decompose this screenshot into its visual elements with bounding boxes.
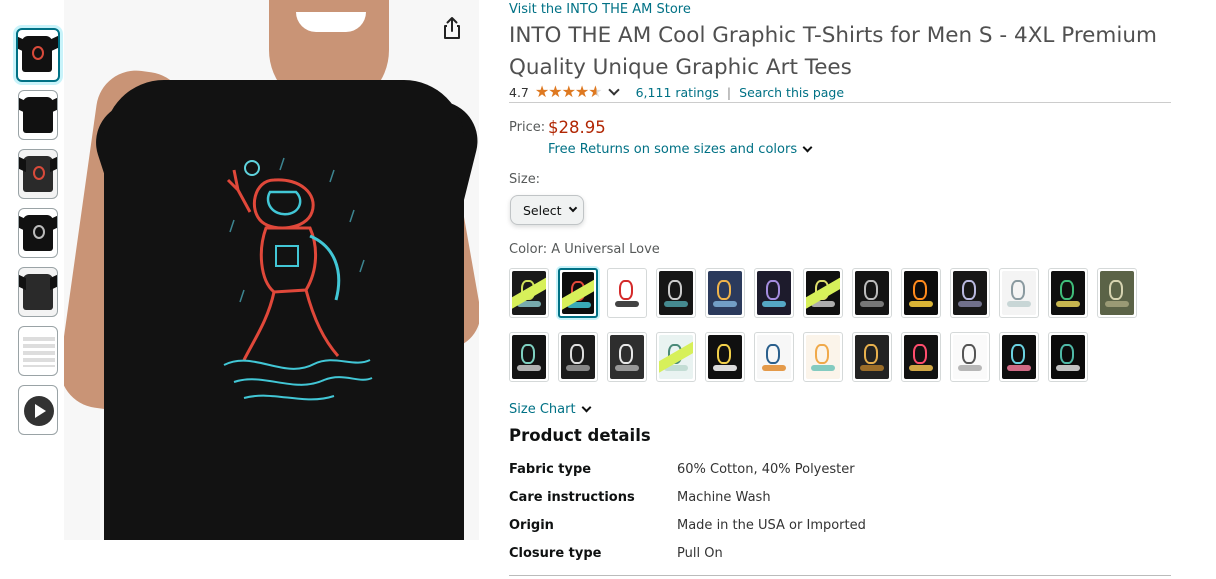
color-swatch[interactable] [999,332,1039,382]
size-chart-text: Size Chart [509,402,576,417]
thumbnail-model[interactable] [18,208,58,258]
color-swatch[interactable] [950,332,990,382]
color-swatch[interactable] [901,332,941,382]
thumbnail-video[interactable] [18,385,58,435]
detail-key: Origin [509,518,554,533]
store-link[interactable]: Visit the INTO THE AM Store [509,2,691,17]
color-label: Color: A Universal Love [509,242,660,257]
size-dropdown[interactable]: Select [510,195,584,225]
free-returns-link[interactable]: Free Returns on some sizes and colors [548,142,813,157]
search-this-page-link[interactable]: Search this page [739,85,844,100]
thumbnail-strip [16,28,62,444]
color-swatch[interactable] [656,268,696,318]
play-icon [24,396,54,426]
color-swatch[interactable] [607,268,647,318]
astronaut-graphic [223,157,373,401]
price-label: Price: [509,120,546,135]
color-swatch[interactable] [607,332,647,382]
thumbnail-graphic[interactable] [18,267,58,317]
star-rating-icon[interactable]: ★ ★ ★ ★ ★ [535,84,603,100]
thumbnail-size-chart[interactable] [18,326,58,376]
divider [509,102,1171,103]
chevron-down-icon [802,142,813,153]
size-chart-link[interactable]: Size Chart [509,402,591,417]
product-details-heading: Product details [509,426,651,445]
ratings-count-link[interactable]: 6,111 ratings [636,85,719,100]
color-swatch[interactable] [754,268,794,318]
color-swatch[interactable] [803,268,843,318]
chevron-down-icon [581,402,591,413]
color-swatch[interactable] [852,268,892,318]
color-swatch[interactable] [705,268,745,318]
color-swatch[interactable] [509,268,549,318]
detail-value: Machine Wash [677,490,771,505]
color-swatch[interactable] [803,332,843,382]
share-button[interactable] [438,14,466,42]
color-swatch[interactable] [1048,268,1088,318]
detail-key: Care instructions [509,490,635,505]
share-icon [444,17,460,39]
color-swatch[interactable] [705,332,745,382]
color-swatch[interactable] [558,332,598,382]
color-swatch[interactable] [656,332,696,382]
color-swatch[interactable] [754,332,794,382]
product-title: INTO THE AM Cool Graphic T-Shirts for Me… [509,23,1157,80]
detail-key: Closure type [509,546,602,561]
main-product-image[interactable] [64,0,479,540]
separator: | [726,84,732,100]
chevron-down-icon [568,203,577,213]
thumbnail-detail[interactable] [18,149,58,199]
thumbnail-back[interactable] [18,90,58,140]
color-swatch[interactable] [901,268,941,318]
detail-value: 60% Cotton, 40% Polyester [677,462,855,477]
rating-value: 4.7 [509,84,529,100]
free-returns-text: Free Returns on some sizes and colors [548,142,798,157]
detail-value: Pull On [677,546,723,561]
size-label: Size: [509,172,541,187]
color-swatch[interactable] [950,268,990,318]
thumbnail-front[interactable] [16,28,60,82]
chevron-down-icon[interactable] [607,84,620,96]
color-swatch[interactable] [558,268,598,318]
detail-key: Fabric type [509,462,592,477]
price-value: $28.95 [548,118,606,137]
color-swatch[interactable] [999,268,1039,318]
size-dropdown-value: Select [523,202,562,218]
color-swatch[interactable] [852,332,892,382]
rating-row: 4.7 ★ ★ ★ ★ ★ 6,111 ratings | Search this pa… [509,84,844,100]
detail-value: Made in the USA or Imported [677,518,866,533]
divider [509,575,1171,576]
color-swatch[interactable] [1048,332,1088,382]
color-swatch[interactable] [509,332,549,382]
color-swatch[interactable] [1097,268,1137,318]
